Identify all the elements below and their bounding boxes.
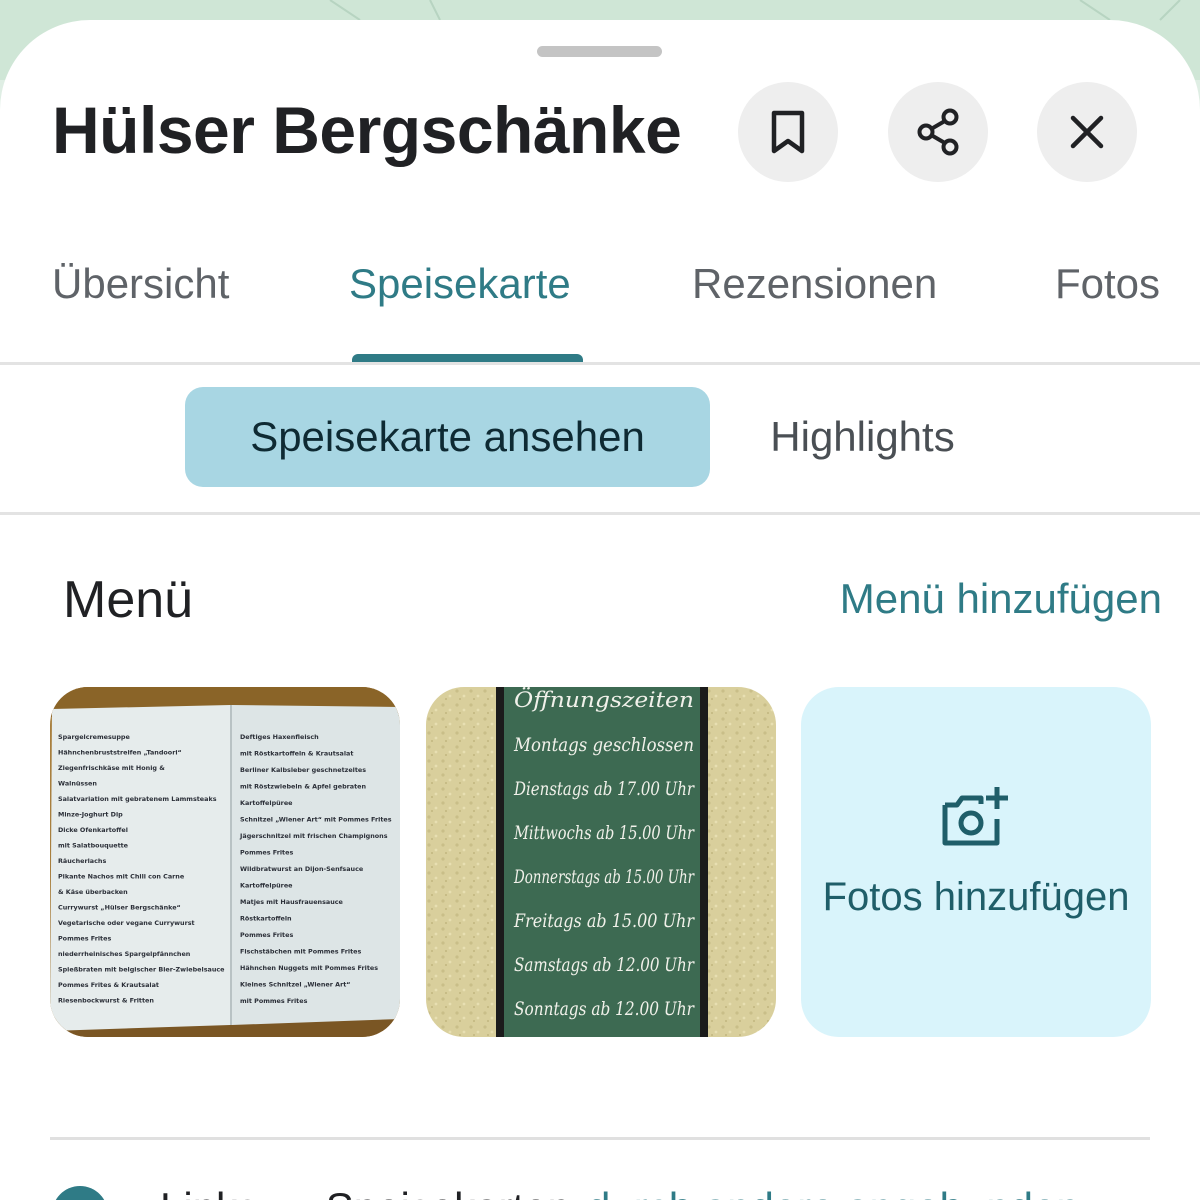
- menu-photo-paper[interactable]: Spargelcremesuppe Hähnchenbruststreifen „…: [50, 687, 400, 1037]
- add-photos-tile[interactable]: Fotos hinzufügen: [801, 687, 1151, 1037]
- menu-photo-text-line: Kleines Schnitzel „Wiener Art“: [240, 981, 351, 989]
- menu-photo-text-line: & Käse überbacken: [58, 888, 128, 896]
- bookmark-icon: [771, 110, 805, 154]
- menu-photo-text-line: Kartoffelpüree: [240, 882, 293, 890]
- menu-photo-text-line: Spargelcremesuppe: [58, 733, 131, 741]
- chip-highlights[interactable]: Highlights: [730, 387, 995, 487]
- menu-photo-text-line: mit Salatbouquette: [58, 842, 129, 850]
- menu-photo-text-line: Jägerschnitzel mit frischen Champignons: [239, 832, 388, 840]
- menu-photo-text-line: Pommes Frites: [240, 931, 293, 939]
- menu-photo-text-line: Pikante Nachos mit Chili con Carne: [58, 873, 185, 881]
- add-photo-camera-icon: [942, 787, 1008, 846]
- chalkboard-text-line: Donnerstags ab 15.00 Uhr: [513, 866, 695, 888]
- menu-photo-text-line: Hähnchenbruststreifen „Tandoori“: [58, 749, 182, 757]
- section-divider: [50, 1137, 1150, 1140]
- menu-section-title: Menü: [63, 571, 194, 629]
- tab-bar: Übersicht Speisekarte Rezensionen Fotos: [0, 242, 1200, 364]
- menu-photo-text-line: Ziegenfrischkäse mit Honig &: [58, 764, 165, 772]
- menu-photo-text-line: Dicke Ofenkartoffel: [58, 826, 128, 834]
- menu-photo-text-line: Wildbratwurst an Dijon-Senfsauce: [240, 865, 364, 873]
- menu-photo-text-line: Räucherlachs: [58, 857, 106, 865]
- menu-photo-text-line: Fischstäbchen mit Pommes Frites: [240, 948, 361, 956]
- place-title: Hülser Bergschänke: [52, 93, 682, 167]
- chalkboard-image: Öffnungszeiten Montags geschlossen Diensta…: [426, 687, 776, 1037]
- share-icon: [917, 108, 959, 156]
- chalkboard-text-line: Montags geschlossen: [513, 734, 694, 756]
- chip-speisekarte-ansehen[interactable]: Speisekarte ansehen: [185, 387, 710, 487]
- menu-photo-text-line: Hähnchen Nuggets mit Pommes Frites: [240, 964, 378, 972]
- tab-uebersicht[interactable]: Übersicht: [52, 260, 229, 308]
- menu-photo-text-line: Pommes Frites: [240, 849, 293, 857]
- menu-photo-text-line: mit Pommes Frites: [240, 997, 308, 1005]
- menu-photo-text-line: Berliner Kalbsleber geschnetzeltes: [240, 766, 366, 774]
- menu-photo-text-line: mit Röstzwiebeln & Apfel gebraten: [240, 783, 367, 791]
- menu-photo-text-line: Pommes Frites & Krautsalat: [58, 981, 159, 989]
- menu-photo-text-line: Spießbraten mit belgischer Bier-Zwiebels…: [58, 966, 225, 974]
- add-photos-label: Fotos hinzufügen: [822, 875, 1130, 919]
- menu-photo-text-line: mit Röstkartoffeln & Krautsalat: [240, 750, 353, 758]
- menu-photo-text-line: Deftiges Haxenfleisch: [240, 733, 319, 741]
- menu-photo-text-line: Salatvariation mit gebratenem Lammsteaks: [58, 795, 217, 803]
- menu-photo-text-line: Walnüssen: [58, 780, 97, 788]
- menu-photo-text-line: Kartoffelpüree: [240, 799, 293, 807]
- close-icon: [1070, 115, 1104, 149]
- share-button[interactable]: [888, 82, 988, 182]
- close-button[interactable]: [1037, 82, 1137, 182]
- save-button[interactable]: [738, 82, 838, 182]
- menu-photo-chalkboard[interactable]: Öffnungszeiten Montags geschlossen Diensta…: [426, 687, 776, 1037]
- chalkboard-text-line: Mittwochs ab 15.00 Uhr: [513, 822, 695, 844]
- menu-photo-text-line: Vegetarische oder vegane Currywurst: [58, 919, 195, 927]
- menu-links-link[interactable]: durch andere angebunden: [587, 1184, 1080, 1200]
- drag-handle[interactable]: [537, 46, 662, 57]
- menu-photo-text-line: Matjes mit Hausfrauensauce: [240, 898, 344, 906]
- tab-speisekarte[interactable]: Speisekarte: [349, 260, 571, 308]
- tab-fotos[interactable]: Fotos: [1055, 260, 1160, 308]
- tabs-divider: [0, 362, 1200, 365]
- menu-photo-text-line: Schnitzel „Wiener Art“ mit Pommes Frites: [240, 816, 392, 824]
- menu-paper-image: Spargelcremesuppe Hähnchenbruststreifen „…: [50, 687, 400, 1037]
- add-menu-link[interactable]: Menü hinzufügen: [840, 575, 1162, 623]
- chips-divider: [0, 512, 1200, 515]
- menu-photo-text-line: Riesenbockwurst & Fritten: [58, 997, 154, 1005]
- menu-photo-text-line: Pommes Frites: [58, 935, 111, 943]
- chalkboard-text-line: Freitags ab 15.00 Uhr: [513, 910, 695, 932]
- chalkboard-text-line: Sonntags ab 12.00 Uhr: [514, 998, 696, 1020]
- chalkboard-text-line: Öffnungszeiten: [514, 687, 694, 712]
- chalkboard-text-line: Samstags ab 12.00 Uhr: [514, 954, 696, 976]
- menu-links-text: Links zu Speisekarten: [160, 1184, 571, 1200]
- chalkboard-text-line: Dienstags ab 17.00 Uhr: [513, 778, 695, 800]
- menu-photo-text-line: Currywurst „Hülser Bergschänke“: [58, 904, 181, 912]
- menu-photo-text-line: niederrheinisches Spargelpfännchen: [58, 950, 191, 958]
- tab-rezensionen[interactable]: Rezensionen: [692, 260, 937, 308]
- link-icon: [52, 1186, 108, 1200]
- menu-links-row[interactable]: Links zu Speisekarten durch andere angeb…: [52, 1180, 1200, 1200]
- place-details-sheet: Hülser Bergschänke Übersicht Speisekarte…: [0, 20, 1200, 1200]
- menu-photo-text-line: Röstkartoffeln: [240, 915, 292, 923]
- menu-photo-text-line: Minze-Joghurt Dip: [58, 811, 123, 819]
